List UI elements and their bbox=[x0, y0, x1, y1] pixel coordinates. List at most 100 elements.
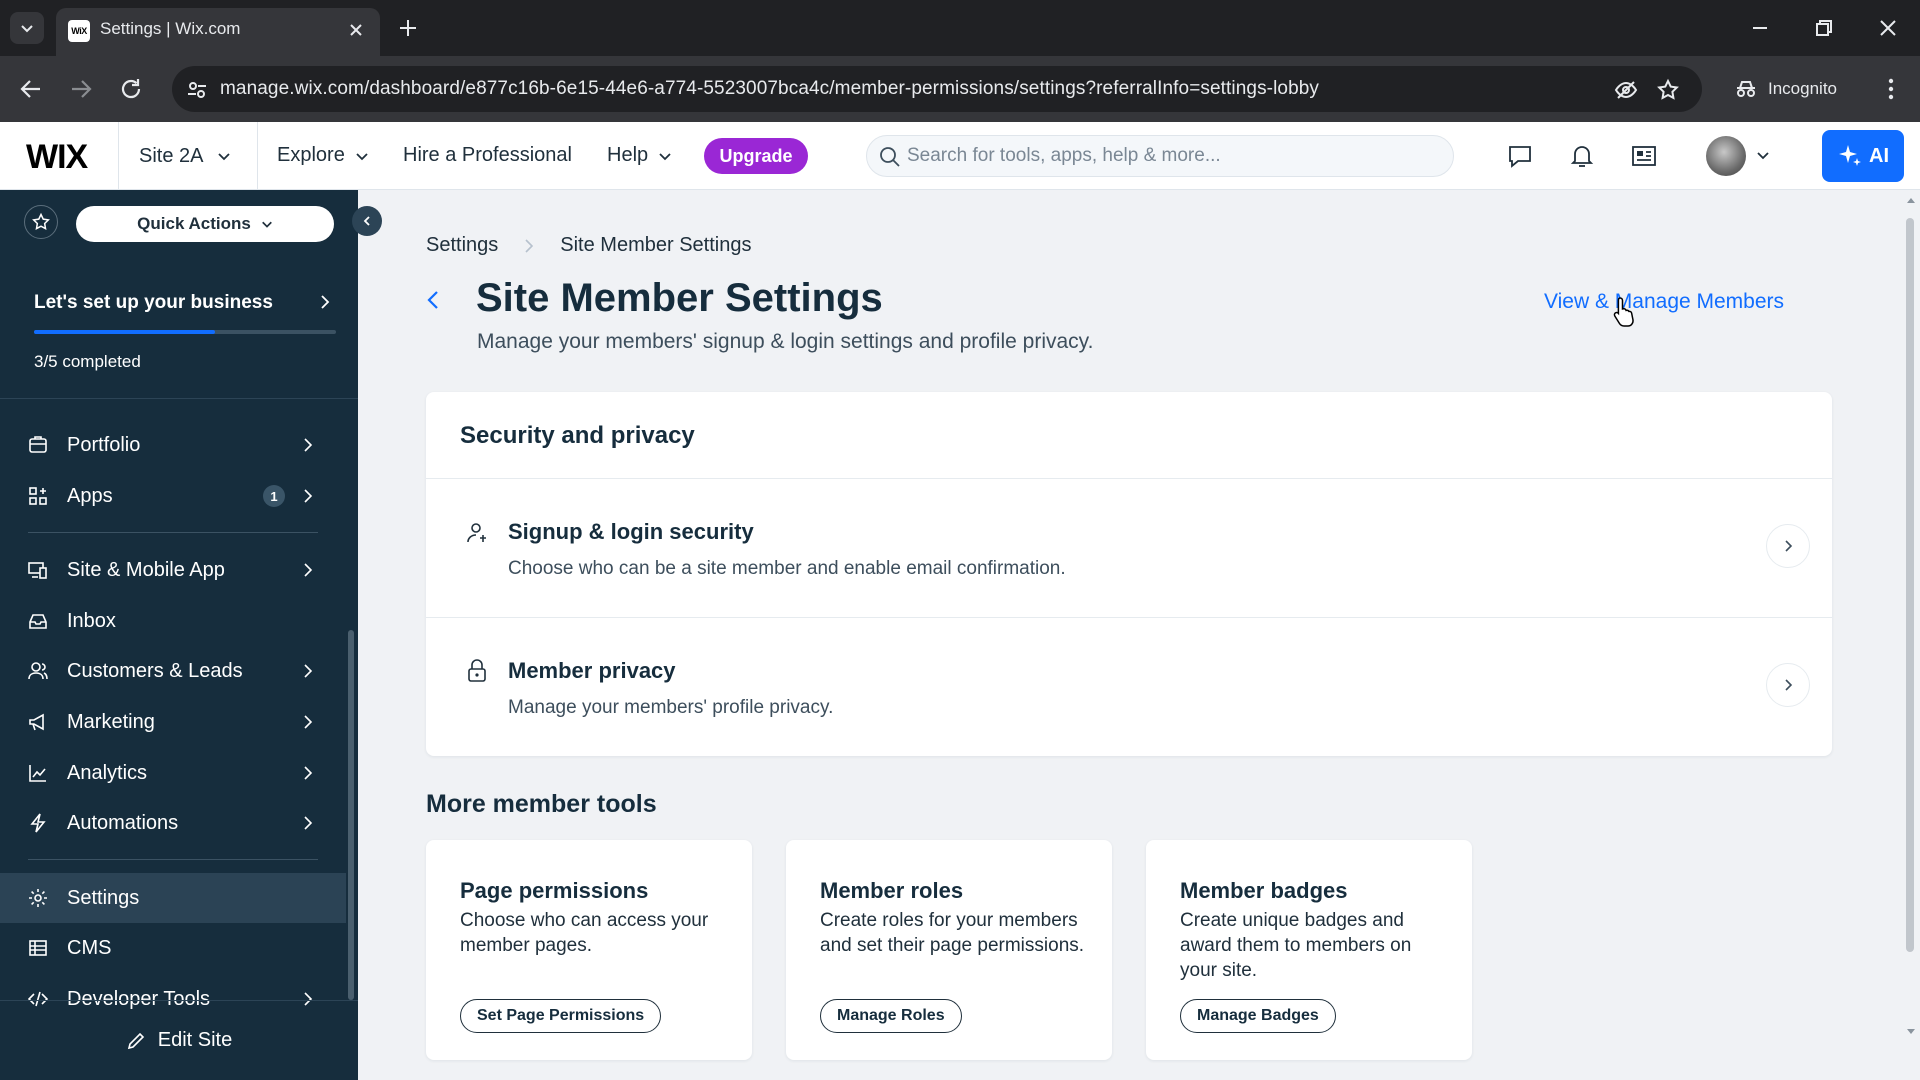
customers-icon bbox=[28, 662, 48, 680]
scroll-down-icon[interactable] bbox=[1906, 1028, 1916, 1036]
explore-menu[interactable]: Explore bbox=[277, 144, 369, 167]
sidebar-scrollbar[interactable] bbox=[348, 630, 354, 1000]
sidebar-item-apps[interactable]: Apps 1 bbox=[0, 471, 346, 521]
sidebar-item-label: Apps bbox=[67, 485, 113, 507]
site-mobile-icon bbox=[28, 562, 47, 579]
favorites-button[interactable] bbox=[24, 205, 58, 239]
wix-logo[interactable]: WIX bbox=[26, 138, 88, 177]
chevron-right-icon bbox=[304, 664, 313, 678]
open-row-button[interactable] bbox=[1766, 663, 1810, 707]
card-title: Member badges bbox=[1180, 878, 1348, 903]
member-privacy-row[interactable]: Member privacy Manage your members' prof… bbox=[426, 617, 1832, 756]
upgrade-button[interactable]: Upgrade bbox=[704, 138, 808, 174]
wix-topbar: WIX Site 2A Explore Hire a Professional … bbox=[0, 122, 1920, 190]
eye-off-icon[interactable] bbox=[1614, 78, 1638, 102]
main-scrollbar-thumb[interactable] bbox=[1906, 218, 1914, 952]
search-input[interactable] bbox=[907, 136, 1437, 176]
search-box bbox=[866, 135, 1454, 177]
sidebar-item-analytics[interactable]: Analytics bbox=[0, 748, 346, 798]
breadcrumb: Settings Site Member Settings bbox=[426, 234, 751, 257]
chevron-right-icon bbox=[304, 766, 313, 780]
close-icon[interactable] bbox=[344, 18, 368, 42]
open-row-button[interactable] bbox=[1766, 524, 1810, 568]
setup-title[interactable]: Let's set up your business bbox=[34, 292, 273, 314]
manage-roles-button[interactable]: Manage Roles bbox=[820, 999, 962, 1033]
view-manage-members-button[interactable]: View & Manage Members bbox=[1512, 280, 1816, 324]
setup-progress-bar bbox=[34, 330, 336, 334]
sidebar-item-label: Site & Mobile App bbox=[67, 559, 225, 581]
sidebar-item-inbox[interactable]: Inbox bbox=[0, 596, 346, 646]
chevron-right-icon bbox=[304, 438, 313, 452]
avatar[interactable] bbox=[1706, 136, 1746, 176]
forward-icon[interactable] bbox=[68, 76, 94, 102]
chevron-right-icon bbox=[304, 489, 313, 503]
sidebar-item-label: CMS bbox=[67, 937, 112, 959]
chevron-right-icon bbox=[304, 563, 313, 577]
back-arrow-icon[interactable] bbox=[424, 288, 444, 312]
minimize-icon[interactable] bbox=[1748, 16, 1772, 40]
sidebar-item-automations[interactable]: Automations bbox=[0, 798, 346, 848]
kebab-menu-icon[interactable] bbox=[1880, 76, 1902, 102]
scroll-up-icon[interactable] bbox=[1906, 196, 1916, 204]
chevron-right-icon bbox=[304, 816, 313, 830]
sidebar-item-site-mobile-app[interactable]: Site & Mobile App bbox=[0, 545, 346, 595]
chevron-down-icon[interactable] bbox=[1756, 148, 1770, 162]
incognito-icon bbox=[1737, 81, 1755, 97]
sidebar-item-cms[interactable]: CMS bbox=[0, 923, 346, 973]
browser-tab[interactable]: WiX Settings | Wix.com bbox=[56, 8, 380, 56]
window-close-icon[interactable] bbox=[1876, 16, 1900, 40]
sidebar-item-settings[interactable]: Settings bbox=[0, 873, 346, 923]
chevron-down-icon bbox=[218, 153, 231, 161]
sidebar-item-portfolio[interactable]: Portfolio bbox=[0, 420, 346, 470]
bell-icon[interactable] bbox=[1568, 142, 1596, 170]
cms-icon bbox=[29, 940, 47, 956]
divider bbox=[0, 398, 358, 399]
sidebar-item-label: Portfolio bbox=[67, 434, 141, 456]
sidebar-item-label: Inbox bbox=[67, 610, 116, 632]
collapse-sidebar-button[interactable] bbox=[352, 206, 382, 236]
chevron-right-icon bbox=[525, 238, 534, 253]
sidebar-item-label: Settings bbox=[67, 887, 140, 909]
back-icon[interactable] bbox=[18, 76, 44, 102]
chevron-down-icon bbox=[21, 25, 33, 33]
site-info-icon[interactable] bbox=[186, 79, 208, 101]
restore-icon[interactable] bbox=[1812, 16, 1836, 40]
incognito-label: Incognito bbox=[1768, 79, 1837, 98]
address-bar[interactable]: manage.wix.com/dashboard/e877c16b-6e15-4… bbox=[172, 66, 1702, 112]
page-title: Site Member Settings bbox=[476, 276, 883, 320]
site-selector[interactable]: Site 2A bbox=[118, 122, 258, 190]
row-title: Signup & login security bbox=[508, 519, 754, 544]
star-icon[interactable] bbox=[1656, 78, 1680, 102]
updates-icon[interactable] bbox=[1630, 142, 1658, 170]
quick-actions-button[interactable]: Quick Actions bbox=[76, 206, 334, 242]
user-lock-icon bbox=[467, 523, 486, 543]
sidebar-item-customers-leads[interactable]: Customers & Leads bbox=[0, 646, 346, 696]
tab-search-button[interactable] bbox=[10, 12, 44, 44]
chat-icon[interactable] bbox=[1506, 142, 1534, 170]
chevron-right-icon[interactable] bbox=[318, 294, 332, 310]
new-tab-icon[interactable] bbox=[396, 16, 420, 40]
card-description: Choose who can access your member pages. bbox=[460, 910, 709, 956]
sidebar-item-marketing[interactable]: Marketing bbox=[0, 697, 346, 747]
edit-site-button[interactable]: Edit Site bbox=[0, 1000, 358, 1080]
help-label: Help bbox=[607, 144, 649, 166]
breadcrumb-settings[interactable]: Settings bbox=[426, 234, 498, 257]
hand-cursor-icon bbox=[1613, 297, 1634, 327]
help-menu[interactable]: Help bbox=[607, 144, 672, 167]
explore-label: Explore bbox=[277, 144, 345, 166]
manage-badges-button[interactable]: Manage Badges bbox=[1180, 999, 1336, 1033]
signup-login-security-row[interactable]: Signup & login security Choose who can b… bbox=[426, 478, 1832, 617]
hire-professional-link[interactable]: Hire a Professional bbox=[403, 144, 572, 167]
reload-icon[interactable] bbox=[118, 76, 144, 102]
apps-icon bbox=[29, 487, 47, 505]
tab-title: Settings | Wix.com bbox=[100, 19, 241, 38]
sidebar-item-label: Marketing bbox=[67, 711, 155, 733]
card-title: Page permissions bbox=[460, 878, 649, 903]
incognito-indicator[interactable]: Incognito bbox=[1720, 66, 1851, 112]
ai-button[interactable]: AI bbox=[1822, 130, 1904, 182]
set-page-permissions-button[interactable]: Set Page Permissions bbox=[460, 999, 662, 1033]
more-tools-title: More member tools bbox=[426, 790, 657, 818]
divider bbox=[28, 532, 318, 533]
security-privacy-card: Security and privacy Signup & login secu… bbox=[426, 392, 1832, 756]
site-name: Site 2A bbox=[139, 144, 204, 167]
